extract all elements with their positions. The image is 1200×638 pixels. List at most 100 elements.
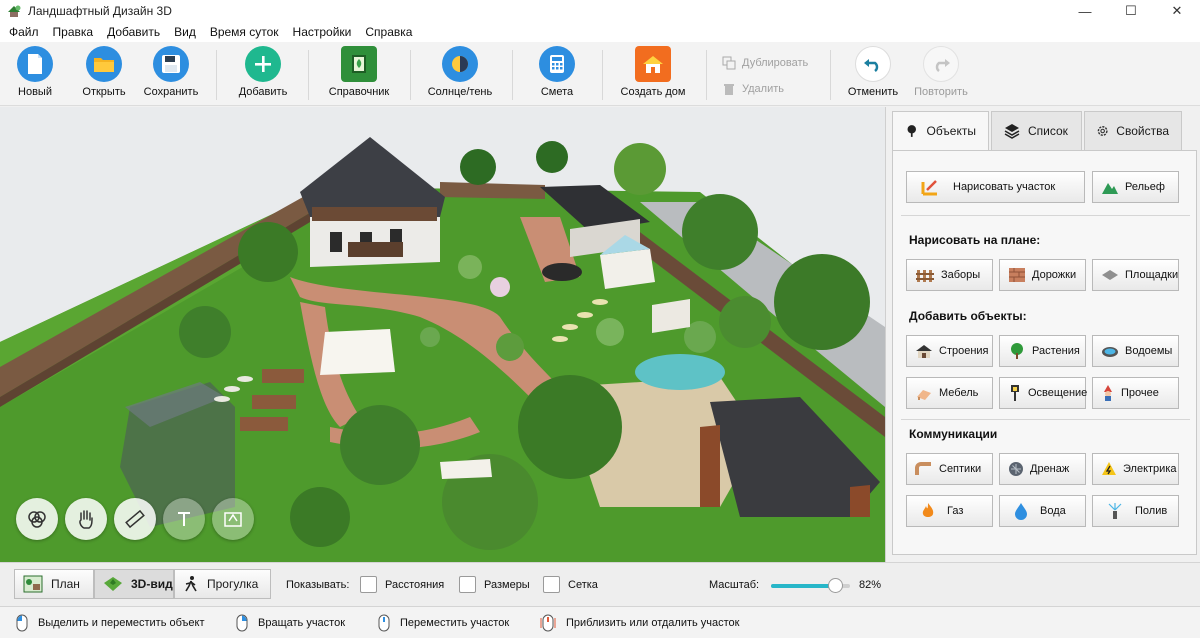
minimize-button[interactable]: —	[1062, 0, 1108, 22]
ruler-icon	[125, 509, 145, 529]
toolbar-separator	[830, 50, 831, 100]
furniture-button[interactable]: Мебель	[906, 377, 993, 409]
show-label: Показывать:	[286, 579, 350, 591]
water-bodies-button[interactable]: Водоемы	[1092, 335, 1179, 367]
duplicate-button[interactable]: Дублировать	[722, 56, 808, 70]
layers-icon	[1004, 124, 1020, 139]
buildings-button[interactable]: Строения	[906, 335, 993, 367]
new-file-icon	[17, 46, 53, 82]
close-button[interactable]: ✕	[1154, 0, 1200, 22]
drainage-button[interactable]: Дренаж	[999, 453, 1086, 485]
distances-checkbox[interactable]	[360, 576, 377, 593]
paths-button[interactable]: Дорожки	[999, 259, 1086, 291]
scale-value: 82%	[859, 579, 882, 591]
bench-icon	[917, 390, 931, 400]
add-button[interactable]: Добавить	[236, 46, 290, 104]
tab-properties[interactable]: Свойства	[1084, 111, 1182, 151]
3d-viewport[interactable]	[0, 107, 885, 562]
fence-icon	[916, 270, 934, 282]
folder-icon	[86, 46, 122, 82]
add-objects-heading: Добавить объекты:	[909, 309, 1027, 323]
mouse-middle-click-icon	[378, 614, 390, 632]
delete-button[interactable]: Удалить	[722, 82, 784, 96]
menu-file[interactable]: Файл	[2, 25, 46, 39]
save-button[interactable]: Сохранить	[142, 46, 200, 104]
toolbar-separator	[706, 50, 707, 100]
gas-button[interactable]: Газ	[906, 495, 993, 527]
toolbar-separator	[602, 50, 603, 100]
menu-settings[interactable]: Настройки	[286, 25, 359, 39]
menu-view[interactable]: Вид	[167, 25, 203, 39]
toolbar: Новый Открыть Сохранить Добавить Справоч…	[0, 42, 1200, 106]
section-divider	[901, 419, 1190, 420]
hint-select-move: Выделить и переместить объект	[16, 607, 205, 638]
high-voltage-icon	[1102, 462, 1116, 475]
walk-view-button[interactable]: Прогулка	[174, 569, 271, 599]
irrigation-button[interactable]: Полив	[1092, 495, 1179, 527]
scale-slider-thumb[interactable]	[828, 578, 844, 593]
flame-icon	[922, 503, 934, 517]
redo-button[interactable]: Повторить	[912, 46, 970, 104]
distances-label: Расстояния	[385, 579, 445, 591]
tree-icon	[907, 125, 916, 137]
app-logo-icon	[8, 5, 21, 17]
maximize-button[interactable]: ☐	[1108, 0, 1154, 22]
pond-icon	[1102, 347, 1118, 357]
objects-panel: Объекты Список Свойства Нарисовать участ…	[885, 107, 1200, 562]
pan-tool[interactable]	[65, 498, 107, 540]
dimensions-checkbox[interactable]	[459, 576, 476, 593]
menu-time-of-day[interactable]: Время суток	[203, 25, 286, 39]
dimensions-label: Размеры	[484, 579, 530, 591]
fences-button[interactable]: Заборы	[906, 259, 993, 291]
text-tool[interactable]	[163, 498, 205, 540]
grid-checkbox[interactable]	[543, 576, 560, 593]
reference-button[interactable]: Справочник	[326, 46, 392, 104]
new-button[interactable]: Новый	[14, 46, 56, 104]
tab-list[interactable]: Список	[991, 111, 1082, 151]
menu-bar: Файл Правка Добавить Вид Время суток Нас…	[0, 22, 1200, 42]
duplicate-icon	[722, 56, 736, 70]
create-house-button[interactable]: Создать дом	[618, 46, 688, 104]
communications-heading: Коммуникации	[909, 427, 998, 441]
drain-grate-icon	[1009, 462, 1023, 476]
plants-button[interactable]: Растения	[999, 335, 1086, 367]
open-button[interactable]: Открыть	[80, 46, 128, 104]
paving-icon	[1009, 268, 1025, 282]
plant-icon	[1011, 343, 1023, 359]
sprinkler-icon	[1108, 503, 1122, 519]
undo-button[interactable]: Отменить	[846, 46, 900, 104]
measure-tool[interactable]	[114, 498, 156, 540]
lamp-icon	[1011, 385, 1019, 401]
mouse-left-click-icon	[16, 614, 28, 632]
sun-shade-button[interactable]: Солнце/тень	[426, 46, 494, 104]
menu-help[interactable]: Справка	[358, 25, 419, 39]
hint-rotate: Вращать участок	[236, 607, 345, 638]
draw-plot-button[interactable]: Нарисовать участок	[906, 171, 1085, 203]
septic-button[interactable]: Септики	[906, 453, 993, 485]
relief-button[interactable]: Рельеф	[1092, 171, 1179, 203]
scale-label: Масштаб:	[709, 579, 760, 591]
menu-edit[interactable]: Правка	[46, 25, 101, 39]
electrics-button[interactable]: Электрика	[1092, 453, 1179, 485]
section-divider	[901, 215, 1190, 216]
house-icon	[635, 46, 671, 82]
estimate-button[interactable]: Смета	[538, 46, 576, 104]
water-button[interactable]: Вода	[999, 495, 1086, 527]
other-button[interactable]: Прочее	[1092, 377, 1179, 409]
scale-slider[interactable]	[771, 578, 850, 593]
rotate-view-tool[interactable]	[16, 498, 58, 540]
plan-view-button[interactable]: План	[14, 569, 94, 599]
annotation-tool[interactable]	[212, 498, 254, 540]
platforms-button[interactable]: Площадки	[1092, 259, 1179, 291]
mountain-icon	[1102, 183, 1118, 194]
window-title: Ландшафтный Дизайн 3D	[28, 4, 172, 18]
lighting-button[interactable]: Освещение	[999, 377, 1087, 409]
toolbar-separator	[308, 50, 309, 100]
hint-zoom: Приблизить или отдалить участок	[540, 607, 739, 638]
3d-view-button[interactable]: 3D-вид	[94, 569, 174, 599]
text-icon	[178, 512, 190, 526]
tab-objects[interactable]: Объекты	[892, 111, 989, 151]
3d-view-icon	[104, 577, 122, 591]
menu-add[interactable]: Добавить	[100, 25, 167, 39]
hint-move: Переместить участок	[378, 607, 509, 638]
